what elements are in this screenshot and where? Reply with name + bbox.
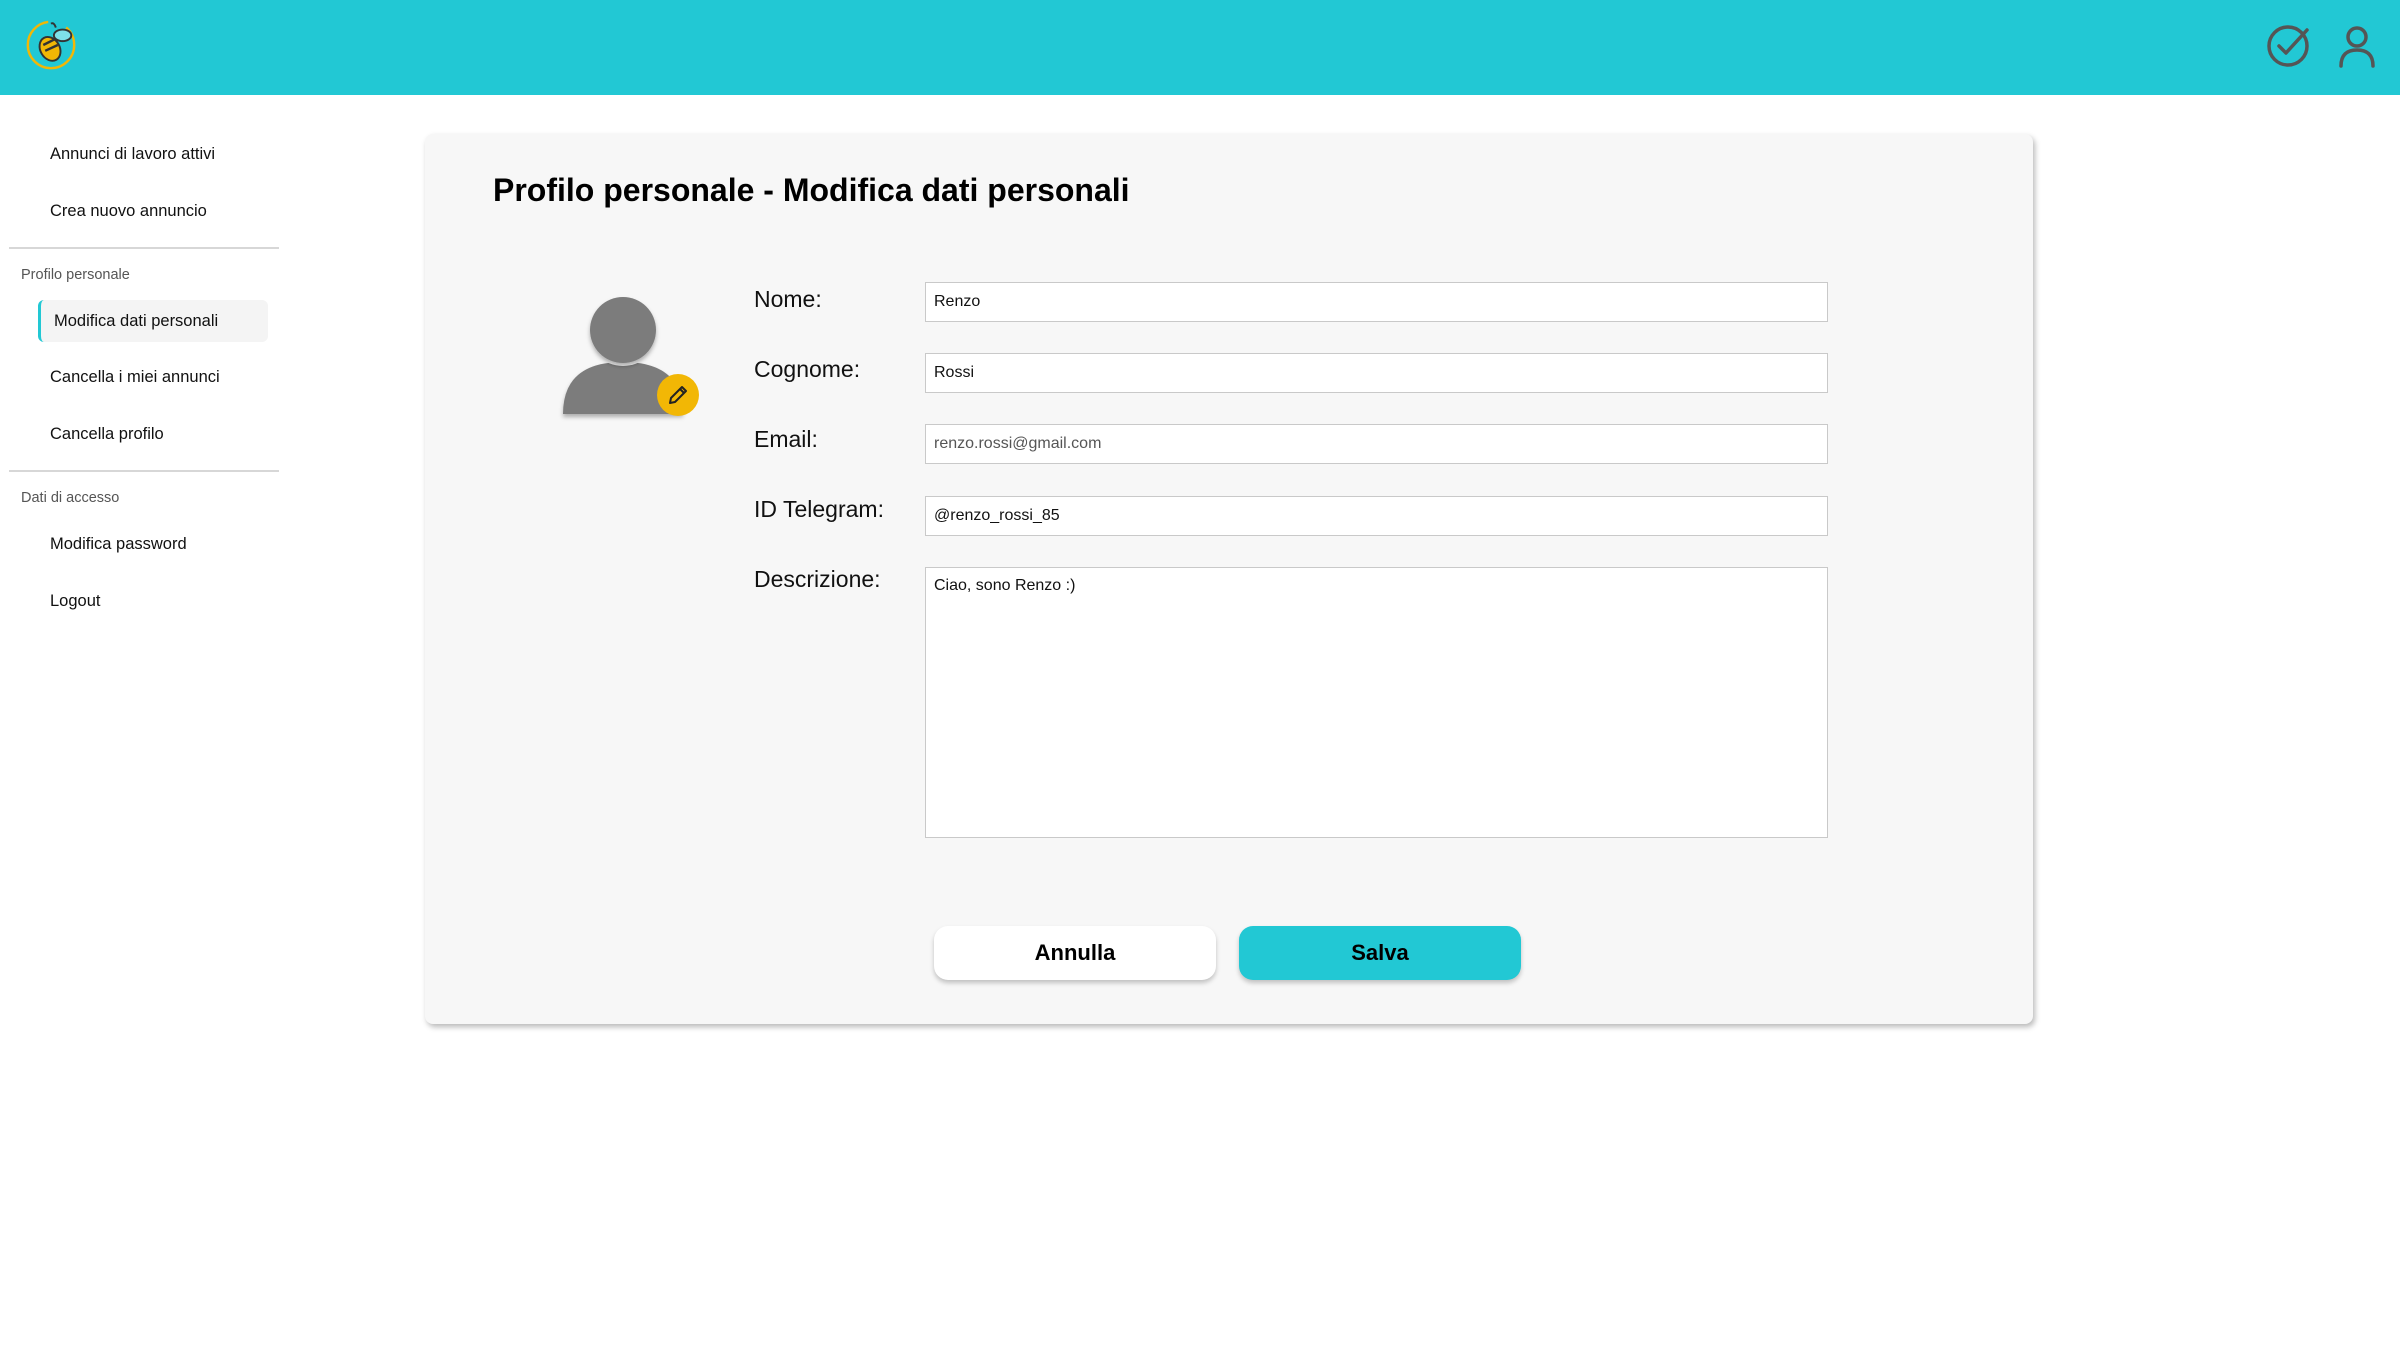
telegram-label: ID Telegram:: [754, 496, 884, 522]
email-input[interactable]: [925, 424, 1828, 464]
profile-card: Profilo personale - Modifica dati person…: [425, 134, 2033, 1024]
cognome-input[interactable]: [925, 353, 1828, 393]
descrizione-textarea[interactable]: Ciao, sono Renzo :): [925, 567, 1828, 838]
save-button[interactable]: Salva: [1239, 926, 1521, 980]
sidebar-item-logout[interactable]: Logout: [38, 580, 268, 622]
nome-input[interactable]: [925, 282, 1828, 322]
sidebar-divider: [9, 247, 279, 249]
sidebar-item-cancella-profilo[interactable]: Cancella profilo: [38, 413, 268, 455]
bee-logo-icon[interactable]: [22, 16, 80, 74]
sidebar-item-cancella-annunci[interactable]: Cancella i miei annunci: [38, 356, 268, 398]
email-label: Email:: [754, 426, 818, 452]
sidebar-item-annunci-attivi[interactable]: Annunci di lavoro attivi: [38, 133, 268, 175]
sidebar-section-profilo: Profilo personale: [21, 267, 130, 283]
cognome-label: Cognome:: [754, 356, 861, 382]
page-title: Profilo personale - Modifica dati person…: [493, 172, 1130, 208]
pencil-icon: [669, 386, 687, 404]
edit-avatar-button[interactable]: [657, 374, 699, 416]
sidebar-section-accesso: Dati di accesso: [21, 490, 120, 506]
sidebar-item-modifica-dati[interactable]: Modifica dati personali: [38, 300, 268, 342]
sidebar-divider: [9, 470, 279, 472]
sidebar-item-crea-annuncio[interactable]: Crea nuovo annuncio: [38, 190, 268, 232]
sidebar-item-modifica-password[interactable]: Modifica password: [38, 523, 268, 565]
check-circle-icon[interactable]: [2262, 20, 2314, 72]
cancel-button[interactable]: Annulla: [934, 926, 1216, 980]
top-bar: [0, 0, 2400, 95]
nome-label: Nome:: [754, 286, 822, 312]
telegram-input[interactable]: [925, 496, 1828, 536]
user-icon[interactable]: [2331, 20, 2383, 72]
descrizione-label: Descrizione:: [754, 566, 881, 592]
